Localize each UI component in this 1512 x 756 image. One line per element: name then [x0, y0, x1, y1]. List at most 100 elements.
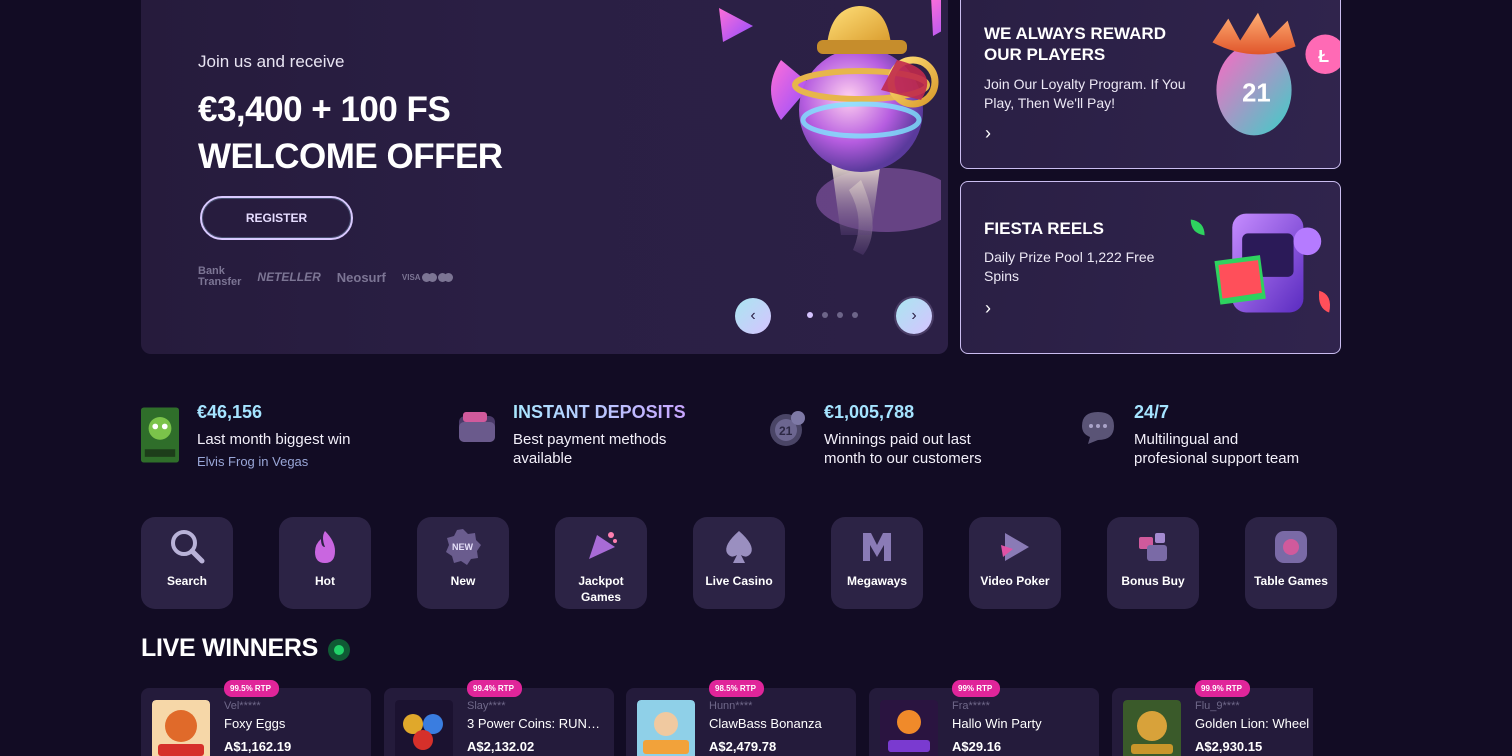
- carousel-dots: [807, 312, 858, 318]
- stat-text-line2: profesional support team: [1134, 450, 1300, 467]
- neosurf-logo: Neosurf: [336, 269, 386, 285]
- winner-card[interactable]: 98.5% RTP Hunn**** ClawBass Bonanza A$2,…: [626, 680, 856, 756]
- category-label: New: [450, 574, 476, 588]
- clawbass-bonanza-thumbnail: [637, 700, 695, 756]
- wallet-icon: [459, 412, 495, 442]
- promo-title: WE ALWAYS REWARD OUR PLAYERS: [984, 24, 1166, 64]
- category-hot[interactable]: Hot: [279, 517, 371, 609]
- stat-text-line1: Multilingual and: [1134, 431, 1239, 448]
- winner-amount: A$2,930.15: [1195, 739, 1263, 754]
- payment-methods: Bank Transfer NETELLER Neosurf VISA: [198, 266, 453, 288]
- bank-transfer-logo: Bank Transfer: [198, 266, 241, 288]
- stat-value: €1,005,788: [824, 402, 915, 422]
- carousel-dot[interactable]: [837, 312, 843, 318]
- hero-title: €3,400 + 100 FS WELCOME OFFER: [198, 86, 503, 180]
- fiesta-reels-promo-card[interactable]: FIESTA REELS Daily Prize Pool 1,222 Free…: [960, 181, 1341, 354]
- stat-text-line2: month to our customers: [824, 450, 982, 467]
- category-label: Video Poker: [980, 574, 1050, 588]
- crown-chip-icon: 21 Ł: [1212, 12, 1340, 136]
- live-winners-title: LIVE WINNERS: [141, 634, 318, 662]
- winner-username: Vel*****: [224, 700, 261, 712]
- category-bonus-buy[interactable]: Bonus Buy: [1107, 517, 1199, 609]
- register-button[interactable]: REGISTER: [200, 196, 353, 240]
- stat-value: €46,156: [197, 402, 263, 422]
- stat-value: 24/7: [1134, 402, 1170, 422]
- promo-description: Daily Prize Pool 1,222 Free Spins: [984, 249, 1155, 284]
- category-label: Megaways: [846, 574, 908, 588]
- elvis-frog-game-thumbnail[interactable]: [141, 406, 179, 464]
- winner-card[interactable]: 99% RTP Fra***** Hallo Win Party A$29.16: [869, 680, 1099, 756]
- winner-game: ClawBass Bonanza: [709, 716, 822, 731]
- neteller-logo: NETELLER: [257, 270, 321, 284]
- hallo-win-party-thumbnail: [880, 700, 938, 756]
- carousel-prev-button[interactable]: ‹: [735, 298, 771, 334]
- loyalty-promo-card[interactable]: WE ALWAYS REWARD OUR PLAYERS Join Our Lo…: [960, 0, 1341, 169]
- rtp-badge: 98.5% RTP: [709, 680, 764, 697]
- winner-game: Foxy Eggs: [224, 716, 286, 731]
- biggest-win-game-link[interactable]: Elvis Frog in Vegas: [197, 454, 308, 469]
- new-badge-icon: NEW: [446, 529, 481, 565]
- stat-text-line1: Best payment methods: [513, 431, 667, 448]
- winner-game: Hallo Win Party: [952, 716, 1042, 731]
- category-megaways[interactable]: Megaways: [831, 517, 923, 609]
- category-new[interactable]: NEW New: [417, 517, 509, 609]
- hero-title-line2: WELCOME OFFER: [198, 137, 503, 176]
- table-icon: [1275, 531, 1307, 563]
- svg-text:Ł: Ł: [1318, 46, 1329, 66]
- game-categories: Search Hot NEW New Jackpot Games Live Ca…: [141, 517, 1337, 609]
- stat-text: Last month biggest win: [197, 431, 351, 448]
- chat-bubble-icon: [1082, 412, 1114, 444]
- stat-text: Best payment methods available: [513, 430, 666, 468]
- category-video-poker[interactable]: Video Poker: [969, 517, 1061, 609]
- biggest-win-stat: €46,156 Last month biggest win Elvis Fro…: [141, 402, 401, 474]
- new-badge-text: NEW: [452, 542, 474, 552]
- chevron-right-icon[interactable]: ›: [985, 123, 991, 144]
- search-icon: [171, 530, 205, 564]
- rtp-badge: 99.5% RTP: [224, 680, 279, 697]
- carousel-dot[interactable]: [822, 312, 828, 318]
- winner-amount: A$29.16: [952, 739, 1002, 754]
- instant-deposits-stat: INSTANT DEPOSITS Best payment methods av…: [457, 402, 717, 474]
- winnings-paid-stat: 21 €1,005,788 Winnings paid out last mon…: [768, 402, 1048, 474]
- winner-card[interactable]: 99.9% RTP Flu_9**** Golden Lion: Wheel o…: [1112, 680, 1313, 756]
- rtp-badge: 99% RTP: [952, 680, 1001, 697]
- promo-description: Join Our Loyalty Program. If You Play, T…: [984, 76, 1186, 111]
- category-jackpot-games[interactable]: Jackpot Games: [555, 517, 647, 609]
- hero-banner: Join us and receive €3,400 + 100 FS WELC…: [141, 0, 948, 354]
- golden-lion-thumbnail: [1123, 700, 1181, 756]
- slot-machine-icon: [1190, 213, 1331, 313]
- winner-amount: A$2,479.78: [709, 739, 777, 754]
- mascot-illustration: [719, 0, 941, 255]
- maestro-icon: [437, 272, 453, 282]
- winner-amount: A$2,132.02: [467, 739, 535, 754]
- chip-icon: 21: [770, 411, 805, 446]
- foxy-eggs-thumbnail: [152, 700, 210, 756]
- jackpot-icon: [589, 532, 617, 559]
- carousel-next-button[interactable]: ›: [896, 298, 932, 334]
- promo-chip-number: 21: [1242, 80, 1271, 108]
- flame-icon: [315, 531, 335, 563]
- hero-subtitle: Join us and receive: [198, 52, 345, 71]
- category-label: Table Games: [1254, 574, 1328, 588]
- category-search[interactable]: Search: [141, 517, 233, 609]
- power-coins-thumbnail: [395, 700, 453, 756]
- chevron-right-icon[interactable]: ›: [985, 298, 991, 319]
- play-icon: [1001, 533, 1029, 561]
- category-table-games[interactable]: Table Games: [1245, 517, 1337, 609]
- winner-username: Hunn****: [709, 700, 753, 712]
- winner-amount: A$1,162.19: [224, 739, 292, 754]
- category-live-casino[interactable]: Live Casino: [693, 517, 785, 609]
- winner-username: Slay****: [467, 700, 506, 712]
- bonus-icon: [1139, 533, 1167, 561]
- support-stat: 24/7 Multilingual and profesional suppor…: [1078, 402, 1341, 474]
- carousel-dot[interactable]: [807, 312, 813, 318]
- stat-text: Multilingual and profesional support tea…: [1134, 430, 1299, 468]
- winner-card[interactable]: 99.4% RTP Slay**** 3 Power Coins: RUNNIN…: [384, 680, 614, 756]
- hero-title-line1: €3,400 + 100 FS: [198, 90, 451, 129]
- winner-game: Golden Lion: Wheel of: [1195, 716, 1313, 731]
- promo-title: FIESTA REELS: [984, 219, 1104, 238]
- category-label: Search: [166, 574, 208, 588]
- winner-username: Fra*****: [952, 700, 990, 712]
- winner-card[interactable]: 99.5% RTP Vel***** Foxy Eggs A$1,162.19: [141, 680, 371, 756]
- carousel-dot[interactable]: [852, 312, 858, 318]
